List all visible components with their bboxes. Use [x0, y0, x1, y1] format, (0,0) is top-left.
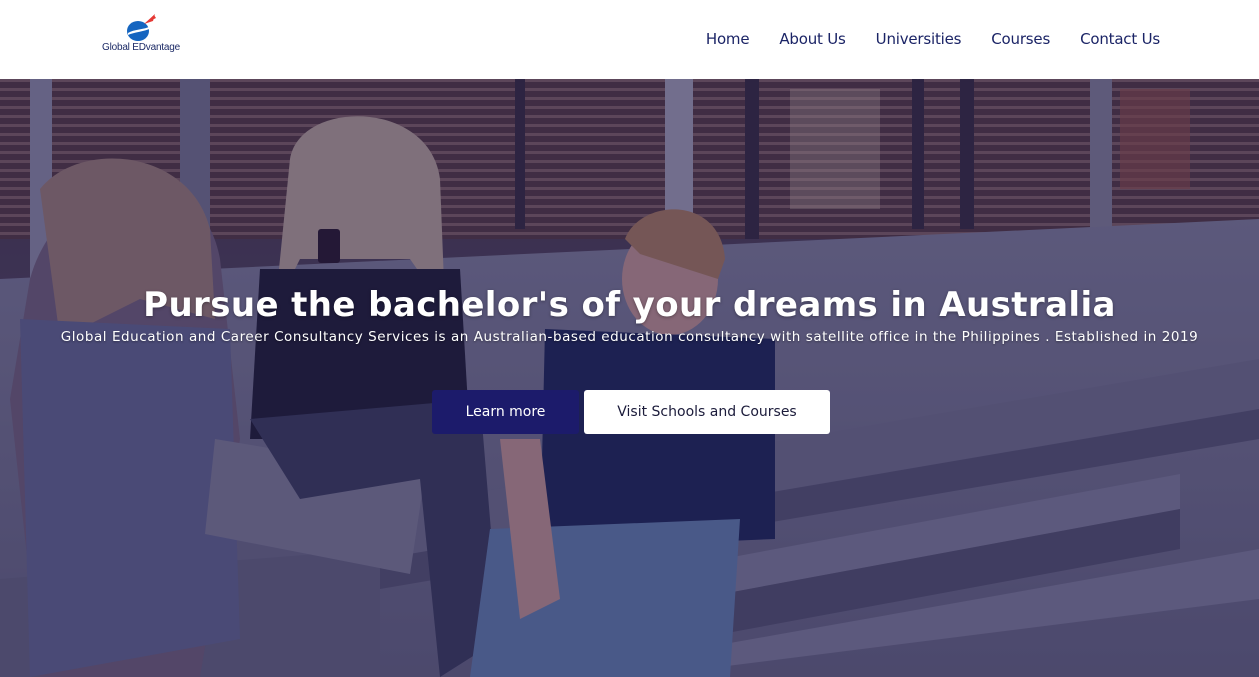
nav-universities[interactable]: Universities — [876, 30, 962, 49]
page: Global EDvantage Home About Us Universit… — [0, 0, 1259, 677]
hero-subtitle: Global Education and Career Consultancy … — [60, 329, 1199, 345]
nav-contact-us[interactable]: Contact Us — [1080, 30, 1160, 49]
site-header: Global EDvantage Home About Us Universit… — [0, 0, 1259, 79]
learn-more-button[interactable]: Learn more — [432, 390, 579, 434]
hero-title: Pursue the bachelor's of your dreams in … — [143, 285, 1116, 325]
visit-schools-courses-button[interactable]: Visit Schools and Courses — [584, 390, 830, 434]
logo[interactable]: Global EDvantage — [100, 12, 184, 56]
main-nav: Home About Us Universities Courses Conta… — [706, 30, 1160, 49]
hero-section: Pursue the bachelor's of your dreams in … — [0, 79, 1259, 677]
hero-overlay — [0, 79, 1259, 677]
logo-text: Global EDvantage — [102, 42, 180, 53]
nav-about-us[interactable]: About Us — [779, 30, 846, 49]
nav-home[interactable]: Home — [706, 30, 750, 49]
globe-logo-icon — [127, 14, 156, 41]
nav-courses[interactable]: Courses — [991, 30, 1050, 49]
